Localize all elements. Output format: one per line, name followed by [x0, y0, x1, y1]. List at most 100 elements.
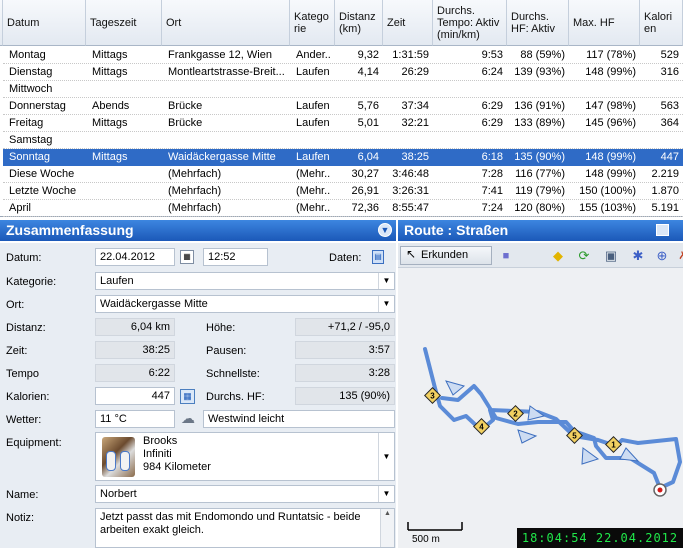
cell-kal: 563 [660, 100, 679, 112]
equipment-dropdown[interactable]: Brooks Infiniti 984 Kilometer ▼ [95, 432, 395, 481]
column-header-datum[interactable]: Datum [3, 0, 86, 46]
cell-maxhf: 145 (96%) [585, 117, 636, 129]
marker-diamond-icon[interactable]: ◆ [550, 248, 566, 264]
cell-kal: 1.870 [651, 185, 679, 197]
data-file-icon[interactable]: ▤ [372, 250, 384, 264]
cell-ort: (Mehrfach) [168, 168, 222, 180]
time-field[interactable]: 12:52 [203, 248, 268, 266]
notes-text: Jetzt passt das mit Endomondo und Runtat… [100, 511, 361, 536]
cell-kal: 447 [660, 151, 679, 163]
table-row[interactable]: Montag Mittags Frankgasse 12, Wien Ander...… [3, 47, 683, 64]
explore-label: Erkunden [421, 249, 469, 261]
cell-distanz: 72,36 [351, 202, 379, 214]
table-row[interactable]: Letzte Woche (Mehrfach) (Mehr... 26,91 3:26:… [3, 183, 683, 200]
cell-ort: (Mehrfach) [168, 185, 222, 197]
table-row[interactable]: Diese Woche (Mehrfach) (Mehr... 30,27 3:46:4… [3, 166, 683, 183]
notiz-label: Notiz: [6, 512, 35, 524]
wetter-label: Wetter: [6, 414, 42, 426]
cell-distanz: 4,14 [357, 66, 379, 78]
select-square-icon[interactable]: ■ [498, 248, 514, 264]
chevron-down-icon[interactable]: ▼ [378, 433, 394, 480]
header-corner [0, 0, 3, 46]
notes-textarea[interactable]: Jetzt passt das mit Endomondo und Runtat… [95, 508, 395, 548]
name-dropdown[interactable]: Norbert ▼ [95, 485, 395, 503]
date-field[interactable]: 22.04.2012 [95, 248, 175, 266]
settings-icon[interactable]: ✱ [630, 248, 646, 264]
category-dropdown[interactable]: Laufen ▼ [95, 272, 395, 290]
cell-hf: 133 (89%) [514, 117, 565, 129]
column-header-tageszeit[interactable]: Tageszeit [86, 0, 162, 46]
cell-tageszeit [92, 185, 158, 199]
cell-tageszeit: Mittags [92, 151, 128, 163]
cell-tageszeit [92, 202, 158, 216]
column-header-ort[interactable]: Ort [162, 0, 290, 46]
cell-datum: Mittwoch [9, 83, 53, 95]
column-header-kal[interactable]: Kalori en [640, 0, 683, 46]
cell-distanz: 9,32 [357, 49, 379, 61]
weather-cloud-icon[interactable]: ☁ [178, 409, 198, 427]
km-marker-4: 4 [473, 418, 490, 435]
location-dropdown[interactable]: Waidäckergasse Mitte ▼ [95, 295, 395, 313]
save-icon[interactable]: ▣ [603, 248, 619, 264]
cell-tageszeit [92, 134, 158, 148]
map-panel-header: Route : Straßen [398, 220, 683, 241]
ort-label: Ort: [6, 299, 25, 311]
tools-icon[interactable]: ✗ [675, 248, 683, 264]
chevron-down-icon[interactable]: ▼ [378, 296, 394, 312]
table-row[interactable]: Mittwoch [3, 81, 683, 98]
chevron-down-icon[interactable]: ▼ [378, 273, 394, 289]
table-row[interactable]: Samstag [3, 132, 683, 149]
column-header-maxhf[interactable]: Max. HF [569, 0, 640, 46]
cell-ort [168, 83, 286, 97]
cell-ort: Waidäckergasse Mitte [168, 151, 276, 163]
chevron-down-icon[interactable]: ▼ [378, 486, 394, 502]
column-header-kategorie[interactable]: Katego rie [290, 0, 335, 46]
route-map[interactable]: 3 4 2 5 1 500 m [398, 268, 683, 548]
refresh-icon[interactable]: ⟳ [576, 248, 592, 264]
cell-maxhf: 148 (99%) [585, 151, 636, 163]
map-panel: ↖ Erkunden ■ ◆ ⟳ ▣ ✱ ⊕ ✗ 3 4 2 5 1 [398, 243, 683, 548]
route-track [423, 347, 682, 490]
calculator-icon[interactable]: ▦ [180, 389, 195, 404]
cell-datum: Samstag [9, 134, 53, 146]
table-row[interactable]: April (Mehrfach) (Mehr... 72,36 8:55:47 7:24 1… [3, 200, 683, 217]
equipment-mileage: 984 Kilometer [143, 461, 211, 473]
cell-kategorie: Laufen [296, 151, 330, 163]
temperature-field[interactable]: 11 °C [95, 410, 175, 428]
cell-maxhf: 147 (98%) [585, 100, 636, 112]
cell-zeit: 26:29 [401, 66, 429, 78]
cell-kategorie: (Mehr... [296, 168, 331, 180]
collapse-icon[interactable]: ▼ [378, 223, 392, 237]
zoom-in-icon[interactable]: ⊕ [654, 248, 670, 264]
equipment-label: Equipment: [6, 437, 62, 449]
column-header-tempo[interactable]: Durchs. Tempo: Aktiv (min/km) [433, 0, 507, 46]
schnellste-label: Schnellste: [206, 368, 260, 380]
cell-tempo: 7:41 [481, 185, 503, 197]
cell-tempo: 6:29 [481, 100, 503, 112]
table-row[interactable]: Donnerstag Abends Brücke Laufen 5,76 37:34 6:2… [3, 98, 683, 115]
cell-distanz: 5,76 [357, 100, 379, 112]
layout-icon[interactable] [656, 224, 669, 236]
cell-maxhf [575, 83, 636, 97]
table-row[interactable]: Freitag Mittags Brücke Laufen 5,01 32:21 6:29 1… [3, 115, 683, 132]
explore-button[interactable]: ↖ Erkunden [400, 246, 492, 265]
cell-hf: 116 (77%) [515, 168, 565, 180]
cell-zeit [389, 83, 429, 97]
cell-tempo [439, 83, 503, 97]
wind-field[interactable]: Westwind leicht [203, 410, 395, 428]
calories-field[interactable]: 447 [95, 387, 175, 405]
calendar-icon[interactable]: ▦ [180, 250, 194, 264]
time-value: 38:25 [95, 341, 175, 359]
map-title: Route : Straßen [404, 222, 509, 238]
column-header-hf[interactable]: Durchs. HF: Aktiv [507, 0, 569, 46]
scrollbar[interactable]: ▲ [380, 509, 394, 547]
cell-datum: Letzte Woche [9, 185, 77, 197]
column-header-distanz[interactable]: Distanz (km) [335, 0, 383, 46]
pausen-label: Pausen: [206, 345, 247, 357]
column-header-zeit[interactable]: Zeit [383, 0, 433, 46]
table-row[interactable]: Sonntag Mittags Waidäckergasse Mitte Laufen… [3, 149, 683, 166]
cell-tempo: 6:24 [481, 66, 503, 78]
cell-tageszeit: Mittags [92, 66, 128, 78]
cell-kal: 364 [660, 117, 679, 129]
table-row[interactable]: Dienstag Mittags Montleartstrasse-Breit...… [3, 64, 683, 81]
